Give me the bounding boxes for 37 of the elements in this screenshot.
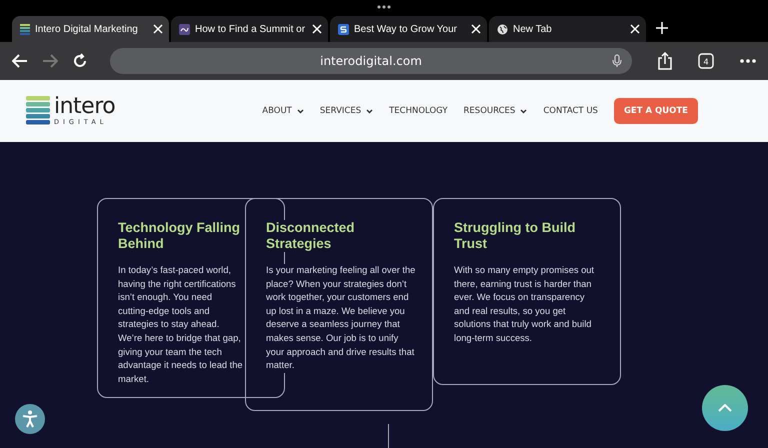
close-icon[interactable] [471, 24, 481, 34]
add-tab-icon[interactable] [656, 22, 668, 34]
close-icon[interactable] [312, 24, 322, 34]
browser-tab[interactable]: Intero Digital Marketing [12, 16, 169, 42]
tabs-icon[interactable]: 4 [698, 53, 714, 69]
globe-icon [497, 24, 508, 34]
chevron-down-icon [366, 108, 374, 114]
more-icon[interactable] [377, 5, 391, 9]
chevron-down-icon [520, 108, 528, 114]
browser-tab[interactable]: Best Way to Grow Your [330, 16, 487, 42]
browser-tab[interactable]: How to Find a Summit or [171, 16, 328, 42]
scroll-top-button[interactable] [702, 385, 748, 431]
nav-link[interactable]: ABOUT [262, 106, 304, 116]
nav-link[interactable]: CONTACT US [543, 106, 598, 116]
chevron-down-icon [296, 108, 304, 114]
logo-icon [20, 24, 30, 34]
browser-tab[interactable]: New Tab [489, 16, 646, 42]
logo-icon [26, 96, 50, 126]
reload-icon[interactable] [72, 53, 88, 69]
nav-link[interactable]: SERVICES [320, 106, 374, 116]
close-icon[interactable] [630, 24, 640, 34]
nav-link[interactable]: TECHNOLOGY [389, 106, 448, 116]
nav-link[interactable]: RESOURCES [464, 106, 528, 116]
microphone-icon[interactable] [612, 54, 622, 68]
chevron-up-icon [718, 404, 732, 412]
close-icon[interactable] [153, 24, 163, 34]
address-bar[interactable]: interodigital.com [110, 48, 632, 74]
back-icon[interactable] [12, 54, 28, 68]
accessibility-icon [22, 410, 38, 428]
s-logo-icon [338, 24, 349, 34]
card-text: Is your marketing feeling all over the place? When your strategies don’t work together, your customers end up lost in a maze. We believe you deserve a seamless journey that makes sense. Our job is to unify your approach and drive results that matter. [266, 264, 416, 373]
logo-wordmark: intero [54, 96, 116, 118]
more-icon[interactable] [740, 59, 756, 63]
share-icon[interactable] [658, 52, 672, 70]
wave-icon [179, 24, 190, 34]
forward-icon[interactable] [42, 54, 58, 68]
accessibility-button[interactable] [15, 404, 45, 434]
